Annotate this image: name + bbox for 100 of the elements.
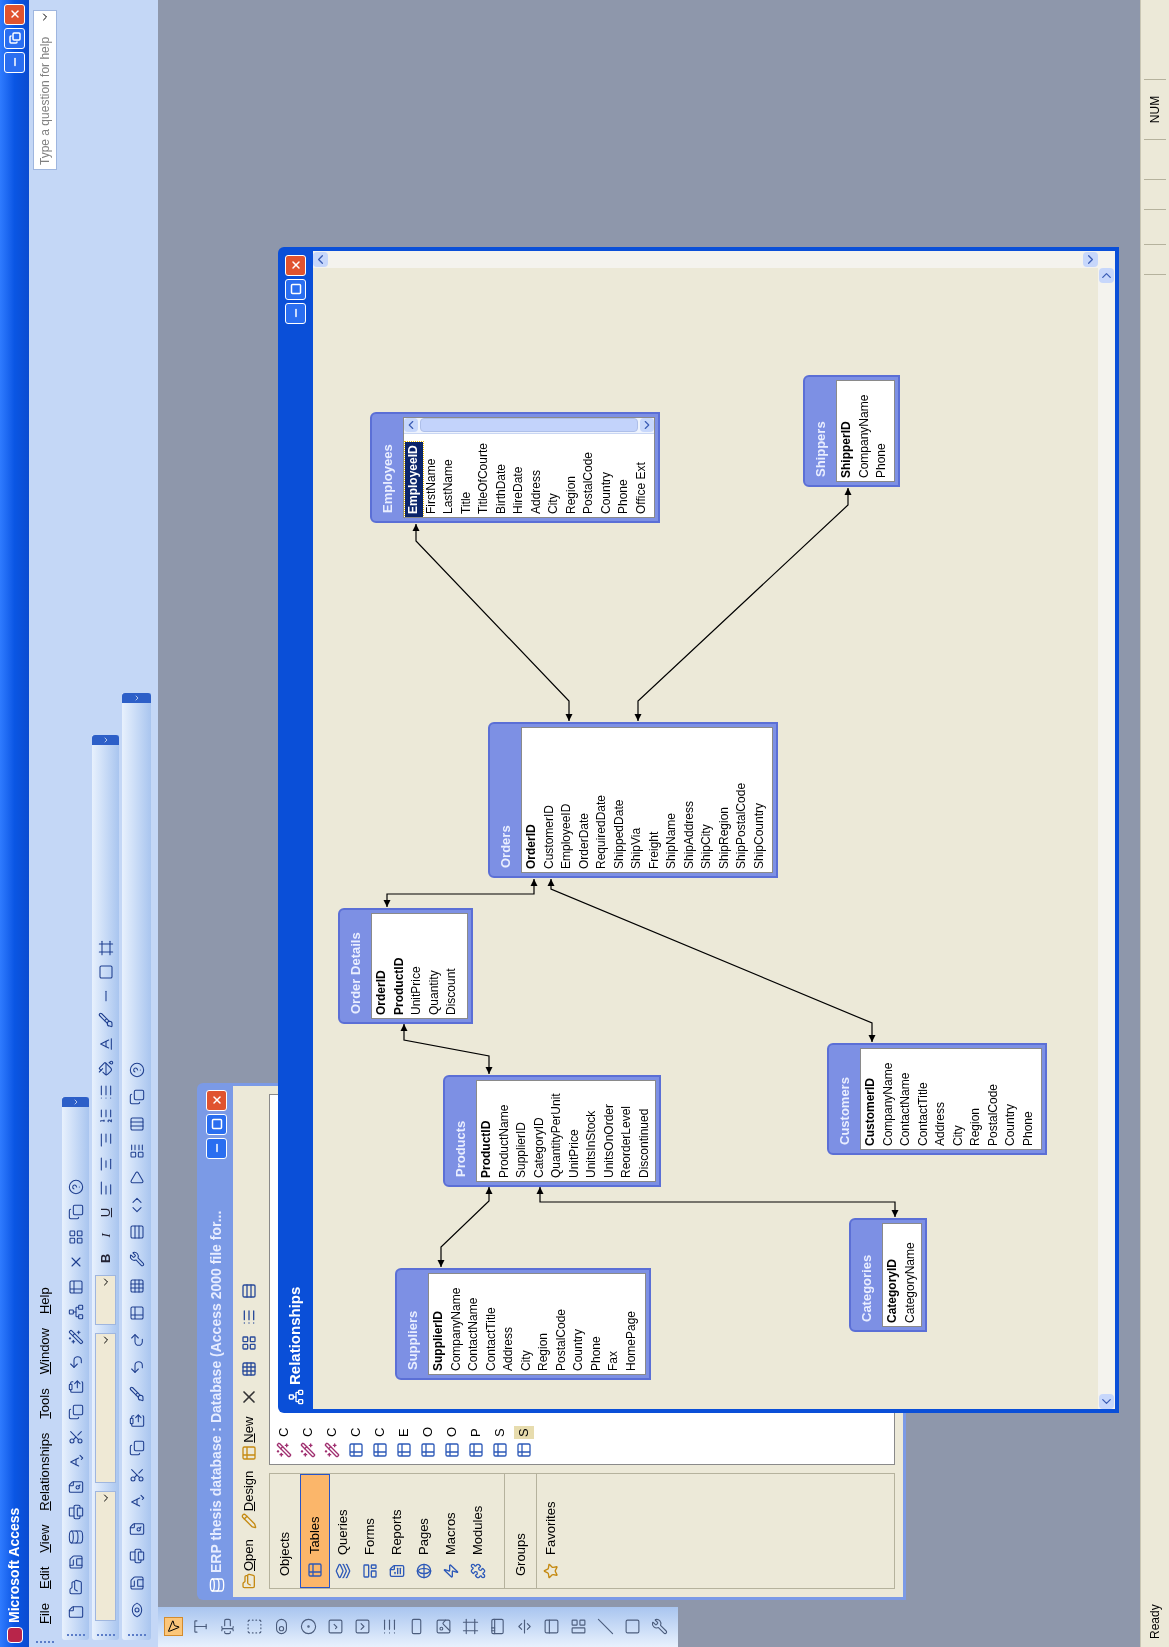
field-name[interactable]: PostalCode [984,1049,1002,1149]
redo-icon[interactable] [128,1332,145,1348]
menu-item[interactable]: Edit [34,1566,55,1590]
field-name[interactable]: CustomerID [862,1049,880,1149]
minimize-button[interactable] [4,52,25,73]
underline-button[interactable]: U [95,1203,116,1222]
field-name[interactable]: UnitPrice [408,914,426,1018]
field-name[interactable]: Phone [587,1274,605,1374]
field-name[interactable]: TitleOfCourte [475,434,493,517]
field-name[interactable]: Title [457,434,475,517]
field-name[interactable]: HomePage [622,1274,640,1374]
scroll-left-icon[interactable] [1099,1394,1114,1409]
list-item[interactable]: P [466,1426,486,1439]
help-search-field[interactable]: Type a question for help [32,10,57,170]
list-item[interactable]: C [322,1425,342,1439]
scroll-thumb[interactable] [420,418,638,433]
undo-icon[interactable] [67,1354,84,1370]
table-card[interactable]: Categories CategoryID CategoryName [849,1218,927,1332]
list-item[interactable]: O [418,1424,438,1439]
fill-color-icon[interactable] [97,1059,114,1076]
field-name[interactable]: ReorderLevel [618,1081,636,1181]
field-name[interactable]: Region [562,434,580,517]
scroll-down-icon[interactable] [640,418,653,433]
field-name[interactable]: ContactTitle [482,1274,500,1374]
save-icon[interactable] [128,1575,145,1591]
field-name[interactable]: PostalCode [580,434,598,517]
table-card[interactable]: Products ProductID ProductName SupplierID CategoryID QuantityPerUnit UnitPrice UnitsInStock UnitsOnOrder ReorderLevel Discontinued [443,1075,661,1187]
spelling-icon[interactable] [128,1494,145,1510]
new-object-icon[interactable] [67,1204,84,1220]
menu-item[interactable]: File [34,1603,55,1624]
large-icons-icon[interactable] [241,1360,257,1377]
field-name[interactable]: Discontinued [635,1081,653,1181]
field-name[interactable]: ContactTitle [914,1049,932,1149]
field-name[interactable]: Office Ext [632,434,650,517]
database-icon[interactable] [67,1529,84,1545]
field-name[interactable]: ContactName [465,1274,483,1374]
table-card[interactable]: Employees EmployeeID FirstName LastName Title TitleOfCourte BirthDate HireDate Address City Region PostalCode Country Phone Office Ext [370,412,660,523]
close-button[interactable] [4,4,25,25]
scrollbar[interactable] [405,418,653,434]
numbered-list-icon[interactable] [97,1107,114,1124]
table-card[interactable]: Customers CustomerID CompanyName ContactName ContactTitle Address City Region PostalCode Country Phone [827,1043,1047,1155]
field-name[interactable]: Phone [1019,1049,1037,1149]
italic-button[interactable]: I [95,1229,116,1242]
field-name[interactable]: Country [570,1274,588,1374]
group-item[interactable]: Favorites [537,1474,564,1588]
print-icon[interactable] [128,1548,145,1564]
properties-icon[interactable] [128,1143,145,1159]
field-name[interactable]: ShipperID [838,381,856,481]
field-name[interactable]: CompanyName [447,1274,465,1374]
table-card[interactable]: Order Details OrderID ProductID UnitPrice Quantity Discount [338,908,473,1024]
field-name[interactable]: CategoryID [884,1225,902,1325]
field-name[interactable]: EmployeeID [558,728,576,872]
bold-button[interactable]: B [95,1249,116,1267]
small-icons-icon[interactable] [241,1334,257,1351]
field-name[interactable]: UnitPrice [565,1081,583,1181]
cut-icon[interactable] [128,1467,145,1483]
list-item[interactable]: C [298,1425,318,1439]
field-name[interactable]: ShipPostalCode [733,728,751,872]
field-name[interactable]: CategoryName [901,1225,919,1325]
field-name[interactable]: CategoryID [530,1081,548,1181]
save-icon[interactable] [67,1554,84,1570]
field-name[interactable]: Country [1002,1049,1020,1149]
maximize-button[interactable] [285,279,306,300]
table-icon[interactable] [67,1279,84,1295]
toolbar-options-icon[interactable] [92,735,119,745]
close-button[interactable] [285,255,306,276]
relationship-line[interactable] [437,1186,493,1268]
format-painter-icon[interactable] [128,1386,145,1402]
field-name[interactable]: ProductName [495,1081,513,1181]
field-name[interactable]: EmployeeID [405,442,423,517]
field-name[interactable]: OrderDate [575,728,593,872]
relationships-icon[interactable] [67,1304,84,1320]
object-item[interactable]: Macros [437,1474,465,1588]
field-name[interactable]: ShippedDate [610,728,628,872]
field-name[interactable]: RequiredDate [593,728,611,872]
toolbar-button[interactable]: Open [239,1539,259,1589]
toolbar-button[interactable]: Design [239,1470,259,1530]
field-name[interactable]: ShipRegion [715,728,733,872]
field-name[interactable]: OrderID [523,728,541,872]
help-icon[interactable] [67,1179,84,1195]
minimize-button[interactable] [206,1138,227,1159]
field-name[interactable]: Phone [873,381,891,481]
field-name[interactable]: CustomerID [540,728,558,872]
scroll-down-icon[interactable] [1083,252,1098,267]
scroll-up-icon[interactable] [313,252,328,267]
field-name[interactable]: UnitsInStock [583,1081,601,1181]
menu-item[interactable]: Window [34,1328,55,1375]
field-name[interactable]: Discount [443,914,461,1018]
object-item[interactable]: Pages [410,1474,438,1588]
field-name[interactable]: QuantityPerUnit [548,1081,566,1181]
field-name[interactable]: ShipCountry [750,728,768,872]
field-name[interactable]: City [949,1049,967,1149]
minimize-button[interactable] [285,303,306,324]
field-name[interactable]: BirthDate [492,434,510,517]
folder-icon[interactable] [67,1579,84,1595]
list-item[interactable]: S [514,1426,534,1439]
menu-item[interactable]: Relationships [34,1432,55,1511]
field-name[interactable]: Address [500,1274,518,1374]
table-card[interactable]: Shippers ShipperID CompanyName Phone [803,375,900,487]
object-item[interactable]: Forms [356,1474,384,1588]
